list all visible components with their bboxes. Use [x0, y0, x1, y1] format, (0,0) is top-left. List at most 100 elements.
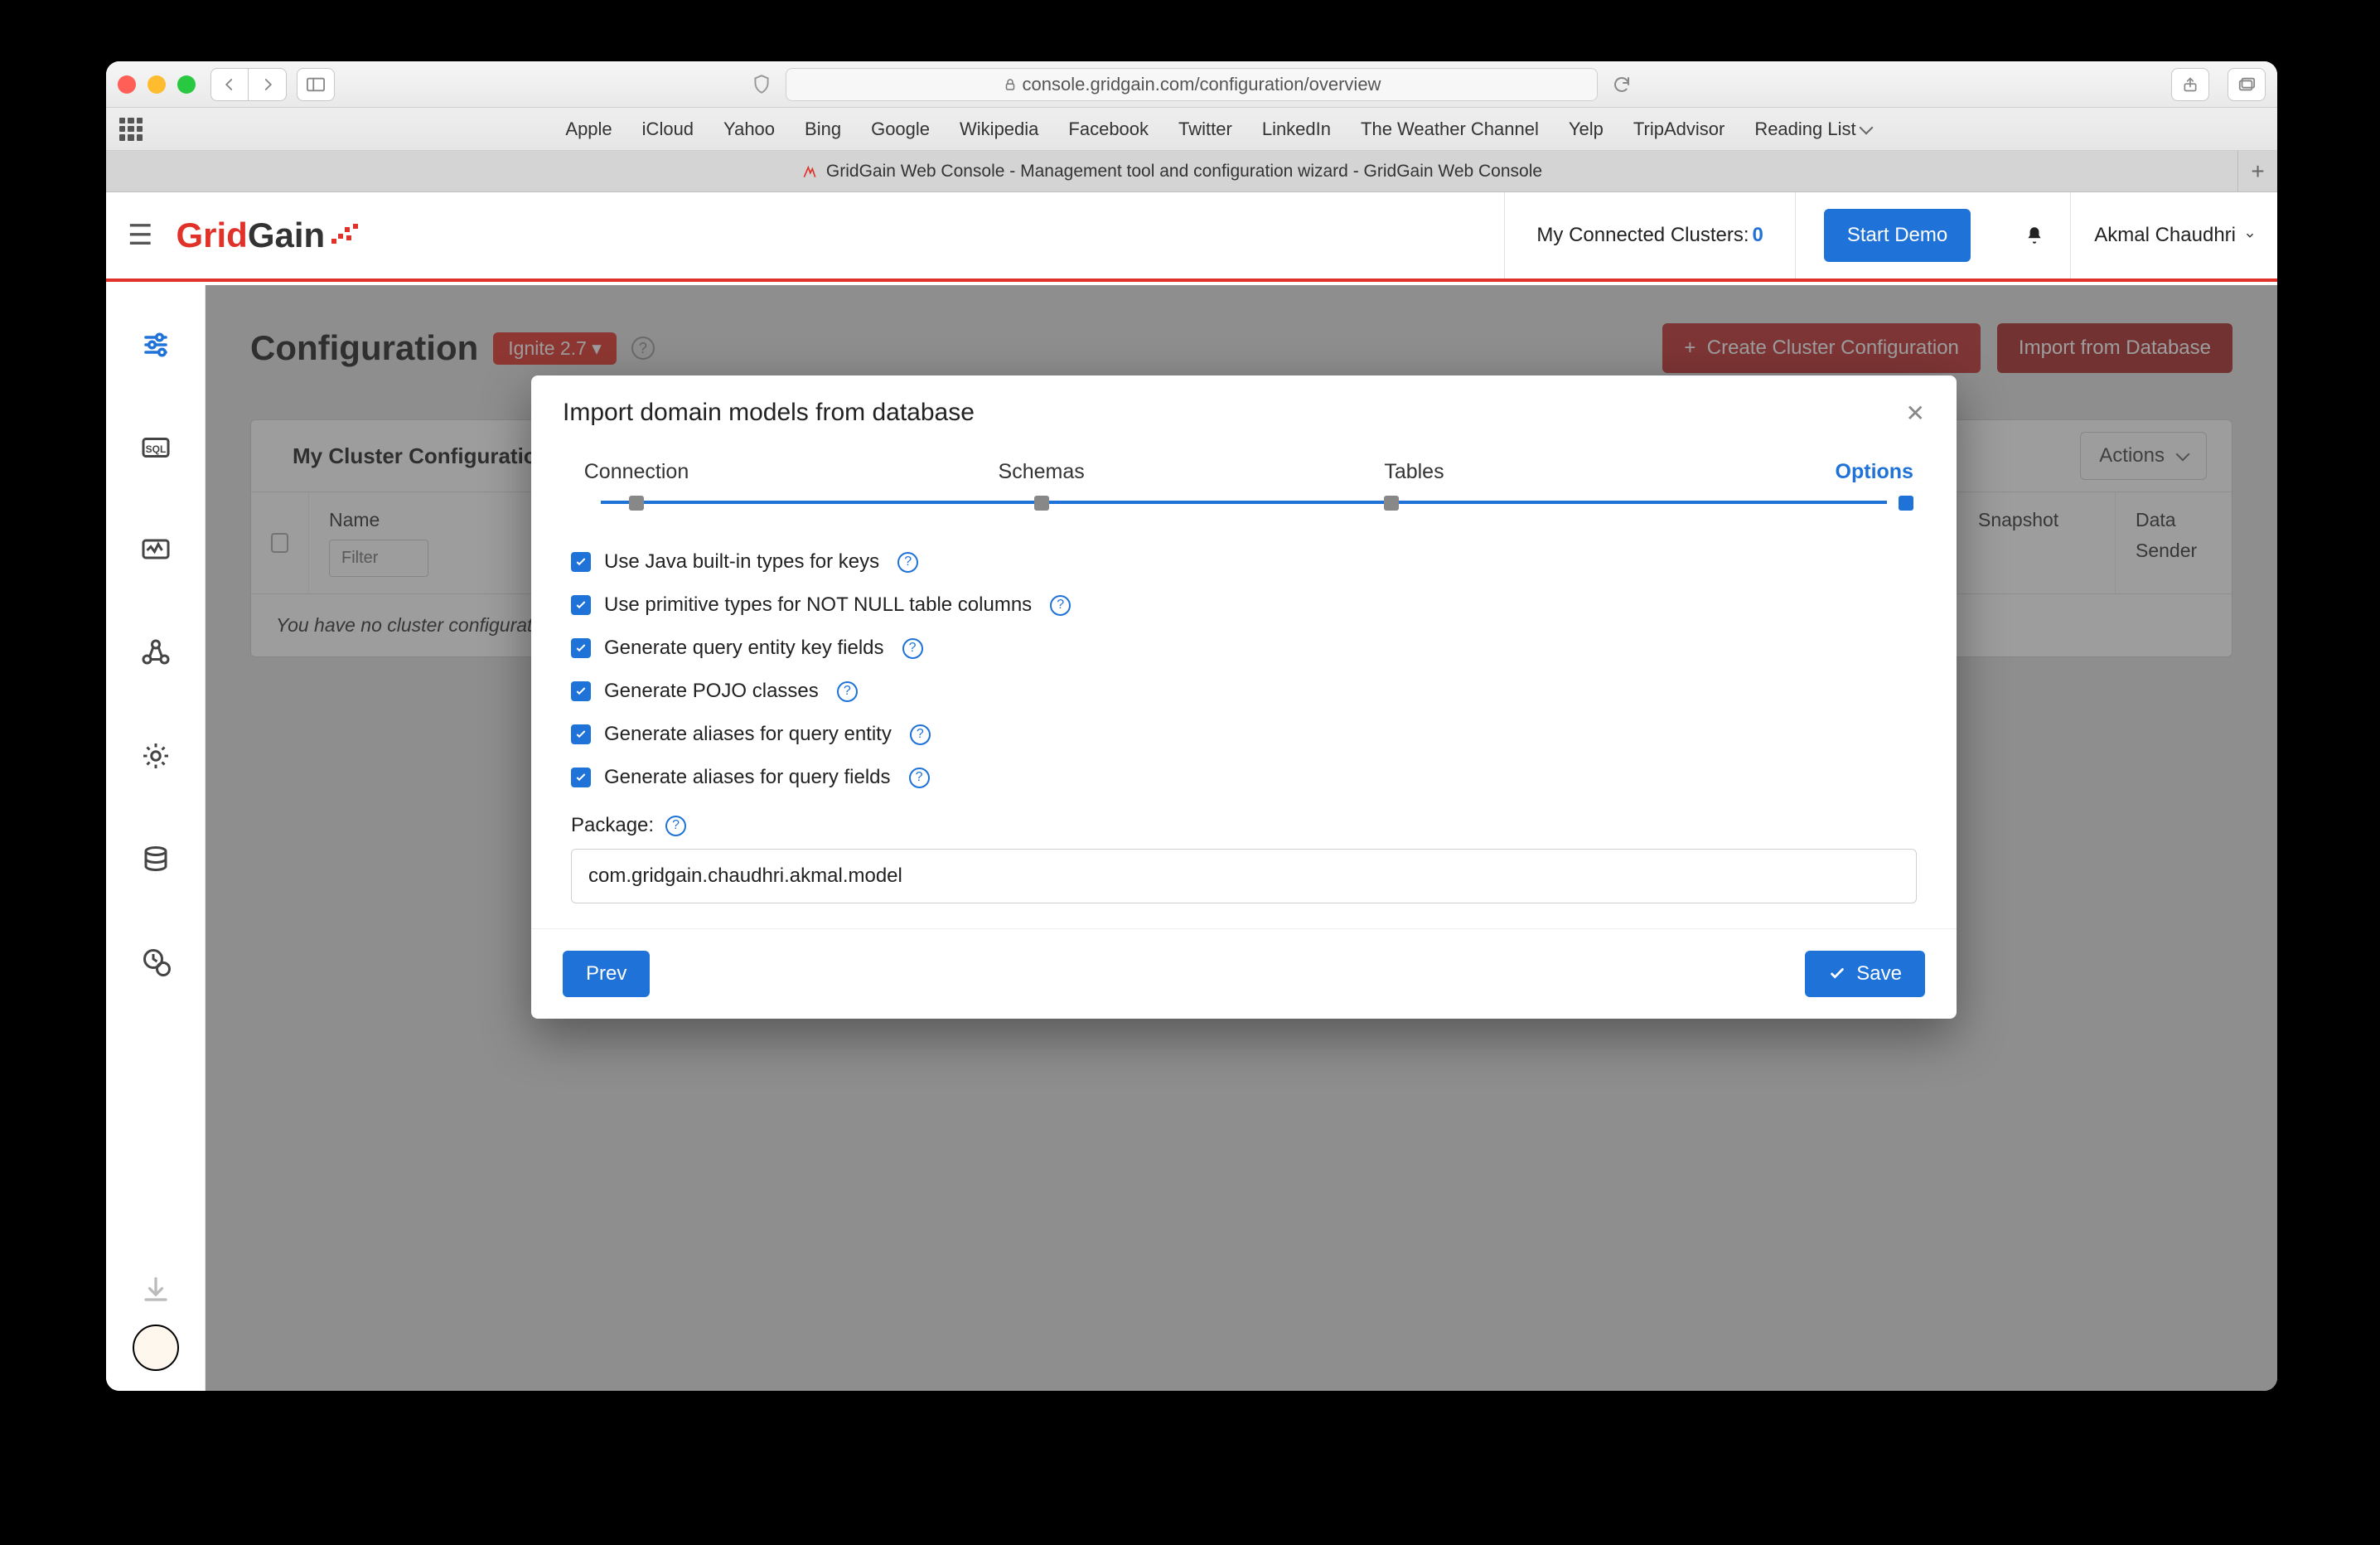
clusters-count: 0 — [1753, 224, 1763, 247]
bookmark-link[interactable]: Twitter — [1178, 119, 1232, 140]
left-rail: SQL — [106, 285, 206, 1391]
help-icon[interactable]: ? — [909, 768, 930, 788]
prev-button[interactable]: Prev — [563, 951, 650, 997]
content-area: Configuration Ignite 2.7 ▾ ? + Create Cl… — [206, 285, 2277, 1391]
bookmark-link[interactable]: TripAdvisor — [1633, 119, 1725, 140]
bookmark-link[interactable]: Bing — [805, 119, 841, 140]
opt-label: Generate aliases for query entity — [604, 723, 892, 746]
user-menu[interactable]: Akmal Chaudhri — [2094, 224, 2256, 247]
option-row: Generate POJO classes ? — [571, 670, 1917, 713]
browser-tab[interactable]: GridGain Web Console - Management tool a… — [106, 151, 2237, 191]
new-tab-button[interactable]: + — [2237, 151, 2277, 191]
wizard-stepper: Connection Schemas Tables Options — [574, 460, 1913, 511]
close-icon[interactable] — [118, 75, 136, 94]
gridgain-favicon-icon — [801, 163, 818, 180]
nav-buttons — [210, 68, 287, 101]
gridgain-spark-icon — [328, 219, 361, 252]
bookmark-link[interactable]: LinkedIn — [1262, 119, 1331, 140]
opt-checkbox[interactable] — [571, 724, 591, 744]
workarea: SQL Configuration Ignite 2.7 ▾ — [106, 285, 2277, 1391]
rail-config-icon[interactable] — [141, 330, 171, 360]
bookmark-link[interactable]: Wikipedia — [960, 119, 1038, 140]
bookmark-link[interactable]: Reading List — [1754, 119, 1870, 140]
fullscreen-icon[interactable] — [177, 75, 196, 94]
opt-label: Generate aliases for query fields — [604, 766, 891, 789]
modal-title: Import domain models from database — [563, 399, 975, 427]
step-schemas[interactable]: Schemas — [999, 460, 1085, 484]
opt-label: Use Java built-in types for keys — [604, 550, 879, 574]
traffic-lights — [118, 75, 196, 94]
tab-strip: GridGain Web Console - Management tool a… — [106, 151, 2277, 192]
opt-checkbox[interactable] — [571, 638, 591, 658]
import-modal: Import domain models from database ✕ Con… — [531, 375, 1957, 1019]
step-connection[interactable]: Connection — [584, 460, 689, 484]
tabs-icon[interactable] — [2228, 68, 2266, 101]
menu-icon[interactable]: ☰ — [128, 219, 152, 252]
opt-checkbox[interactable] — [571, 681, 591, 701]
option-row: Use Java built-in types for keys ? — [571, 540, 1917, 584]
opt-label: Generate POJO classes — [604, 680, 819, 703]
rail-monitor-icon[interactable] — [141, 535, 171, 565]
bookmark-link[interactable]: Apple — [565, 119, 612, 140]
svg-text:SQL: SQL — [145, 443, 166, 455]
rail-storage-icon[interactable] — [141, 844, 171, 874]
close-icon[interactable]: ✕ — [1906, 400, 1925, 427]
opt-checkbox[interactable] — [571, 768, 591, 787]
browser-window: console.gridgain.com/configuration/overv… — [106, 61, 2277, 1391]
share-icon[interactable] — [2171, 68, 2209, 101]
option-row: Generate aliases for query entity ? — [571, 713, 1917, 756]
step-options[interactable]: Options — [1836, 460, 1913, 484]
package-input[interactable] — [571, 849, 1917, 903]
rail-settings-icon[interactable] — [141, 741, 171, 771]
help-icon[interactable]: ? — [665, 816, 686, 836]
app-root: ☰ GridGain My Connected Clusters: 0 Star… — [106, 192, 2277, 1391]
optonClose-label: Generate query entity key fields — [604, 637, 884, 660]
brand-logo[interactable]: GridGain — [176, 216, 361, 255]
bookmark-link[interactable]: The Weather Channel — [1361, 119, 1539, 140]
refresh-icon[interactable] — [1608, 70, 1636, 99]
opt-label: Use primitive types for NOT NULL table c… — [604, 593, 1032, 617]
forward-button[interactable] — [249, 68, 287, 101]
brand-text-b: Gain — [248, 216, 325, 254]
sidebar-toggle-icon[interactable] — [297, 68, 335, 101]
app-topbar: ☰ GridGain My Connected Clusters: 0 Star… — [106, 192, 2277, 282]
url-bar[interactable]: console.gridgain.com/configuration/overv… — [786, 68, 1598, 101]
bookmark-link[interactable]: Facebook — [1068, 119, 1149, 140]
opt-checkbox[interactable] — [571, 552, 591, 572]
modal-footer: Prev Save — [531, 928, 1957, 1019]
step-tables[interactable]: Tables — [1384, 460, 1508, 484]
option-row: Use primitive types for NOT NULL table c… — [571, 584, 1917, 627]
option-row: Generate query entity key fields ? — [571, 627, 1917, 670]
clusters-label: My Connected Clusters: — [1536, 224, 1749, 247]
save-button[interactable]: Save — [1805, 951, 1925, 997]
ignite-badge-icon[interactable] — [133, 1325, 179, 1371]
help-icon[interactable]: ? — [837, 681, 858, 702]
help-icon[interactable]: ? — [910, 724, 931, 745]
titlebar: console.gridgain.com/configuration/overv… — [106, 61, 2277, 108]
clusters-indicator[interactable]: My Connected Clusters: 0 — [1504, 192, 1795, 278]
help-icon[interactable]: ? — [902, 638, 923, 659]
rail-sql-icon[interactable]: SQL — [141, 433, 171, 463]
package-label: Package: ? — [571, 814, 1917, 837]
notifications-icon[interactable] — [2024, 225, 2045, 246]
help-icon[interactable]: ? — [1050, 595, 1071, 616]
user-name: Akmal Chaudhri — [2094, 224, 2236, 247]
bookmarks-bar: Apple iCloud Yahoo Bing Google Wikipedia… — [106, 108, 2277, 151]
rail-schedule-icon[interactable] — [141, 947, 171, 976]
rail-download-icon[interactable] — [141, 1275, 171, 1305]
site-settings-icon[interactable] — [747, 70, 776, 99]
minimize-icon[interactable] — [148, 75, 166, 94]
bookmark-link[interactable]: Yelp — [1569, 119, 1604, 140]
help-icon[interactable]: ? — [897, 552, 918, 573]
apps-icon[interactable] — [119, 118, 143, 141]
start-demo-button[interactable]: Start Demo — [1824, 209, 1971, 262]
lock-icon — [1003, 77, 1018, 92]
rail-cluster-icon[interactable] — [141, 638, 171, 668]
bookmark-link[interactable]: iCloud — [642, 119, 694, 140]
bookmark-link[interactable]: Google — [871, 119, 930, 140]
opt-checkbox[interactable] — [571, 595, 591, 615]
chevron-down-icon — [2244, 230, 2256, 241]
back-button[interactable] — [210, 68, 249, 101]
url-text: console.gridgain.com/configuration/overv… — [1023, 74, 1381, 95]
bookmark-link[interactable]: Yahoo — [723, 119, 775, 140]
